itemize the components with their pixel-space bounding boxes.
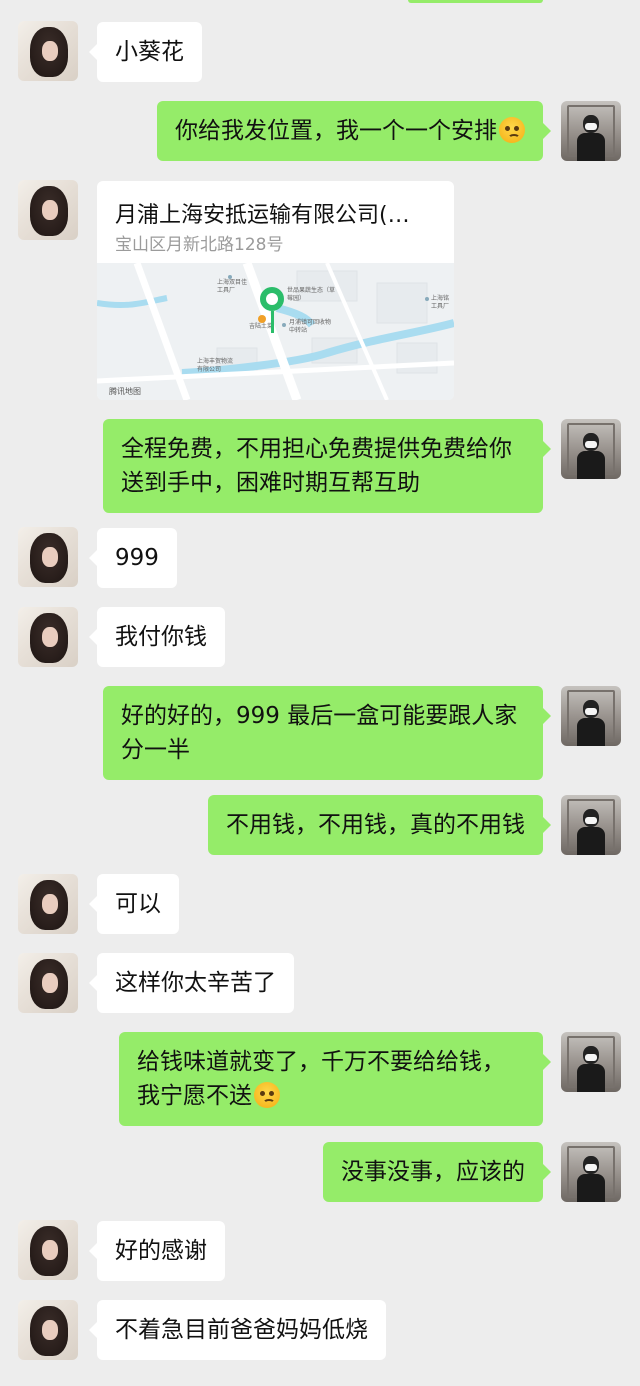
flushed-emoji-icon bbox=[254, 1082, 280, 1108]
contact-avatar[interactable] bbox=[18, 527, 78, 587]
map-attribution: 腾讯地图 bbox=[109, 387, 141, 396]
map-label: 上海铭工具厂 bbox=[431, 295, 450, 310]
map-label: 月浦镇可回收物中转站 bbox=[289, 319, 332, 334]
message-bubble-sent[interactable]: 全程免费，不用担心免费提供免费给你送到手中，困难时期互帮互助 bbox=[103, 419, 551, 513]
contact-avatar[interactable] bbox=[18, 180, 78, 240]
location-address: 宝山区月新北路128号 bbox=[115, 235, 284, 255]
map-label: 世品果蔬生态（草莓园） bbox=[287, 287, 336, 302]
map-preview[interactable]: 上海双目佳工具厂 世品果蔬生态（草莓园） 吉陆土菜 月浦镇可回收物中转站 上海丰… bbox=[97, 263, 454, 400]
message-bubble-received[interactable]: 这样你太辛苦了 bbox=[89, 953, 294, 1013]
message-text: 这样你太辛苦了 bbox=[115, 970, 276, 996]
contact-avatar[interactable] bbox=[18, 1300, 78, 1360]
contact-avatar[interactable] bbox=[18, 953, 78, 1013]
contact-avatar[interactable] bbox=[18, 607, 78, 667]
map-label: 吉陆土菜 bbox=[249, 323, 274, 330]
location-card[interactable]: 月浦上海安抵运输有限公司(… 宝山区月新北路128号 上海双目佳工具厂 世品果蔬… bbox=[97, 181, 454, 400]
message-text: 你给我发位置，我一个一个安排 bbox=[175, 118, 497, 144]
map-graphic bbox=[97, 263, 454, 400]
message-bubble-received[interactable]: 好的感谢 bbox=[89, 1221, 225, 1281]
message-text: 不用钱，不用钱，真的不用钱 bbox=[226, 812, 525, 838]
contact-avatar[interactable] bbox=[18, 1220, 78, 1280]
message-text: 没事没事，应该的 bbox=[341, 1159, 525, 1185]
message-text: 好的感谢 bbox=[115, 1238, 207, 1264]
message-bubble-partial bbox=[408, 0, 543, 3]
message-bubble-received[interactable]: 小葵花 bbox=[89, 22, 202, 82]
location-title: 月浦上海安抵运输有限公司(… bbox=[115, 203, 410, 228]
my-avatar[interactable] bbox=[561, 1032, 621, 1092]
message-bubble-sent[interactable]: 没事没事，应该的 bbox=[323, 1142, 551, 1202]
contact-avatar[interactable] bbox=[18, 874, 78, 934]
my-avatar[interactable] bbox=[561, 686, 621, 746]
message-bubble-sent[interactable]: 给钱味道就变了，千万不要给给钱，我宁愿不送 bbox=[119, 1032, 551, 1126]
message-bubble-received[interactable]: 可以 bbox=[89, 874, 179, 934]
message-bubble-received[interactable]: 我付你钱 bbox=[89, 607, 225, 667]
message-bubble-sent[interactable]: 你给我发位置，我一个一个安排 bbox=[157, 101, 551, 161]
message-text: 不着急目前爸爸妈妈低烧 bbox=[115, 1317, 368, 1343]
contact-avatar[interactable] bbox=[18, 21, 78, 81]
message-text: 小葵花 bbox=[115, 39, 184, 65]
message-text: 好的好的，999 最后一盒可能要跟人家分一半 bbox=[121, 703, 518, 763]
message-bubble-received[interactable]: 不着急目前爸爸妈妈低烧 bbox=[89, 1300, 386, 1360]
map-pin-icon bbox=[260, 287, 284, 333]
message-text: 全程免费，不用担心免费提供免费给你送到手中，困难时期互帮互助 bbox=[121, 436, 512, 496]
my-avatar[interactable] bbox=[561, 419, 621, 479]
message-text: 我付你钱 bbox=[115, 624, 207, 650]
message-text: 999 bbox=[115, 545, 159, 571]
message-text: 给钱味道就变了，千万不要给给钱，我宁愿不送 bbox=[137, 1049, 505, 1109]
my-avatar[interactable] bbox=[561, 795, 621, 855]
my-avatar[interactable] bbox=[561, 101, 621, 161]
map-label: 上海双目佳工具厂 bbox=[217, 279, 248, 294]
message-bubble-sent[interactable]: 不用钱，不用钱，真的不用钱 bbox=[208, 795, 551, 855]
my-avatar[interactable] bbox=[561, 1142, 621, 1202]
message-bubble-sent[interactable]: 好的好的，999 最后一盒可能要跟人家分一半 bbox=[103, 686, 551, 780]
message-text: 可以 bbox=[115, 891, 161, 917]
map-label: 上海丰贺物流有限公司 bbox=[197, 358, 234, 373]
flushed-emoji-icon bbox=[499, 117, 525, 143]
message-bubble-received[interactable]: 999 bbox=[89, 528, 177, 588]
